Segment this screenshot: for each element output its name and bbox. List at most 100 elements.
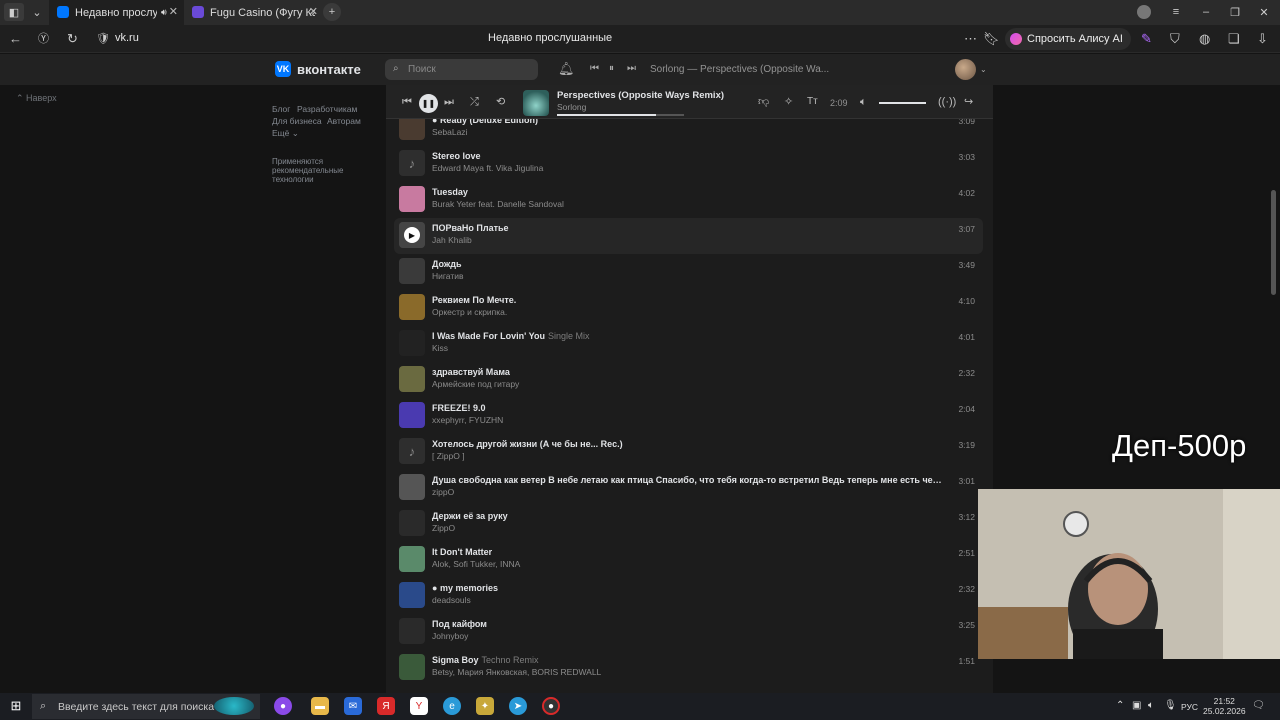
footer-link-blog[interactable]: Блог [272,104,290,114]
track-artist[interactable]: Kiss [432,343,448,353]
track-artist[interactable]: Alok, Sofi Tukker, INNA [432,559,520,569]
track-row[interactable]: Душа свободна как ветер В небе летаю как… [394,470,983,506]
avatar[interactable] [955,59,976,80]
restore-icon[interactable]: ❐ [1225,3,1245,21]
system-clock[interactable]: 21:52 25.02.2026 [1203,696,1246,716]
tabs-menu-chevron-icon[interactable]: ⌄ [27,3,47,21]
track-row[interactable]: FREEZE! 9.0 xxephyrr, FYUZHN 2:04 [394,398,983,434]
reload-icon[interactable]: ↻ [67,31,78,47]
track-row[interactable]: I Was Made For Lovin' You Single Mix Kiss 4… [394,326,983,362]
ask-alice-button[interactable]: Спросить Алису AI [1005,28,1131,50]
dislike-icon[interactable]: 👎︎ [758,94,769,110]
broadcast-icon[interactable]: ((·)) [938,94,956,110]
profile-icon[interactable] [1137,5,1151,19]
microphone-icon[interactable]: 🎙︎ [1164,700,1177,711]
track-row[interactable]: It Don't Matter Alok, Sofi Tukker, INNA 2:… [394,542,983,578]
windows-start-icon[interactable]: ⊞ [7,697,25,715]
next-track-icon[interactable]: ⏭︎ [444,94,454,110]
track-artist[interactable]: ZippO [432,523,455,533]
download-icon[interactable]: ⇩ [1257,31,1268,47]
track-cover[interactable] [399,654,425,680]
track-cover[interactable]: ▶ [399,222,425,248]
track-row[interactable]: ▶ ПОРваНо Платье Jah Khalib 3:07 [394,218,983,254]
track-row[interactable]: Sigma Boy Techno Remix Betsy, Мария Янковс… [394,650,983,686]
sparkle-icon[interactable]: ✧ [784,94,793,110]
track-title[interactable]: Держи её за руку [432,511,508,521]
alice-app-icon[interactable]: ● [274,697,292,715]
bookmark-icon[interactable]: 🔖︎ [983,31,1000,47]
track-artist[interactable]: Армейские под гитару [432,379,519,389]
track-title[interactable]: Stereo love [432,151,481,161]
track-row[interactable]: Tuesday Burak Yeter feat. Danelle Sandova… [394,182,983,218]
progress-slider[interactable] [557,114,684,116]
track-title[interactable]: Хотелось другой жизни (А че бы не... Rec… [432,439,623,449]
mail-icon[interactable]: ✉ [344,697,362,715]
track-cover[interactable] [399,366,425,392]
track-cover[interactable]: ♪ [399,438,425,464]
track-cover[interactable] [399,546,425,572]
scroll-to-top-link[interactable]: ⌃ Наверх [16,93,57,104]
tray-chevron-icon[interactable]: ⌃ [1116,700,1124,711]
footer-link-developers[interactable]: Разработчикам [297,104,357,114]
track-cover[interactable] [399,258,425,284]
play-overlay[interactable]: ▶ [399,222,425,248]
more-dots-icon[interactable]: ⋯ [964,31,977,47]
close-window-icon[interactable]: ✕ [1254,3,1274,21]
track-cover[interactable] [399,402,425,428]
globe-icon[interactable]: ◍ [1199,31,1210,47]
previous-track-icon[interactable]: ⏮︎ [590,63,599,74]
shuffle-icon[interactable]: ⤮ [470,94,479,110]
track-row[interactable]: Дождь Нигатив 3:49 [394,254,983,290]
pause-button[interactable]: ❚❚ [419,94,438,113]
track-artist[interactable]: Нигатив [432,271,464,281]
url-field[interactable]: vk.ru [115,32,139,44]
search-highlight-icon[interactable] [214,697,254,715]
header-now-playing[interactable]: Sorlong — Perspectives (Opposite Wa... [650,64,829,75]
audio-playing-icon[interactable]: 🔊︎ [161,7,167,18]
track-artist[interactable]: Burak Yeter feat. Danelle Sandoval [432,199,564,209]
track-title[interactable]: Tuesday [432,187,468,197]
track-artist[interactable]: Betsy, Мария Янковская, BORIS REDWALL [432,667,601,677]
track-artist[interactable]: Оркестр и скрипка. [432,307,507,317]
track-title[interactable]: Sigma Boy Techno Remix [432,655,539,665]
track-artist[interactable]: Edward Maya ft. Vika Jigulina [432,163,543,173]
track-cover[interactable] [399,474,425,500]
menu-icon[interactable]: ≡ [1166,3,1186,21]
close-tab-icon[interactable]: ✕ [169,5,178,18]
edge-icon[interactable]: e [443,697,461,715]
track-row[interactable]: Держи её за руку ZippO 3:12 [394,506,983,542]
track-cover[interactable] [399,330,425,356]
tray-app-icon[interactable]: ▣ [1132,700,1141,711]
language-indicator[interactable]: РУС [1181,702,1198,712]
track-title[interactable]: Душа свободна как ветер В небе летаю как… [432,475,944,485]
speaker-icon[interactable]: 🔈︎ [1148,700,1154,711]
volume-icon[interactable]: 🔈︎ [860,94,867,110]
obs-icon[interactable]: ● [542,697,560,715]
current-track-title[interactable]: Perspectives (Opposite Ways Remix) [557,90,724,101]
track-row[interactable]: ● my memories deadsouls 2:32 [394,578,983,614]
search-input[interactable]: ⌕ Поиск [385,59,538,80]
track-cover[interactable]: ♪ [399,150,425,176]
track-title[interactable]: FREEZE! 9.0 [432,403,486,413]
track-title[interactable]: Дождь [432,259,462,269]
footer-link-business[interactable]: Для бизнеса [272,116,322,126]
track-artist[interactable]: zippO [432,487,454,497]
chevron-down-icon[interactable]: ⌄ [980,65,987,74]
telegram-icon[interactable]: ➤ [509,697,527,715]
repeat-icon[interactable]: ⟲ [496,94,505,110]
track-title[interactable]: ПОРваНо Платье [432,223,509,233]
track-cover[interactable] [399,119,425,140]
track-title[interactable]: ● my memories [432,583,498,593]
tab-recently-played[interactable]: Недавно прослушанные 🔊︎ ✕ [49,0,184,25]
track-title[interactable]: I Was Made For Lovin' You Single Mix [432,331,590,341]
tab-fugu-casino[interactable]: Fugu Casino (Фугу Казино) ✕ [184,0,324,25]
lyrics-icon[interactable]: Tт [807,94,818,110]
back-icon[interactable]: ← [9,31,22,47]
track-cover[interactable] [399,186,425,212]
track-title[interactable]: It Don't Matter [432,547,492,557]
yandex-icon[interactable]: Я [377,697,395,715]
track-row[interactable]: Реквием По Мечте. Оркестр и скрипка. 4:10 [394,290,983,326]
game-app-icon[interactable]: ✦ [476,697,494,715]
track-row[interactable]: здравствуй Мама Армейские под гитару 2:32 [394,362,983,398]
current-track-artist[interactable]: Sorlong [557,102,586,112]
